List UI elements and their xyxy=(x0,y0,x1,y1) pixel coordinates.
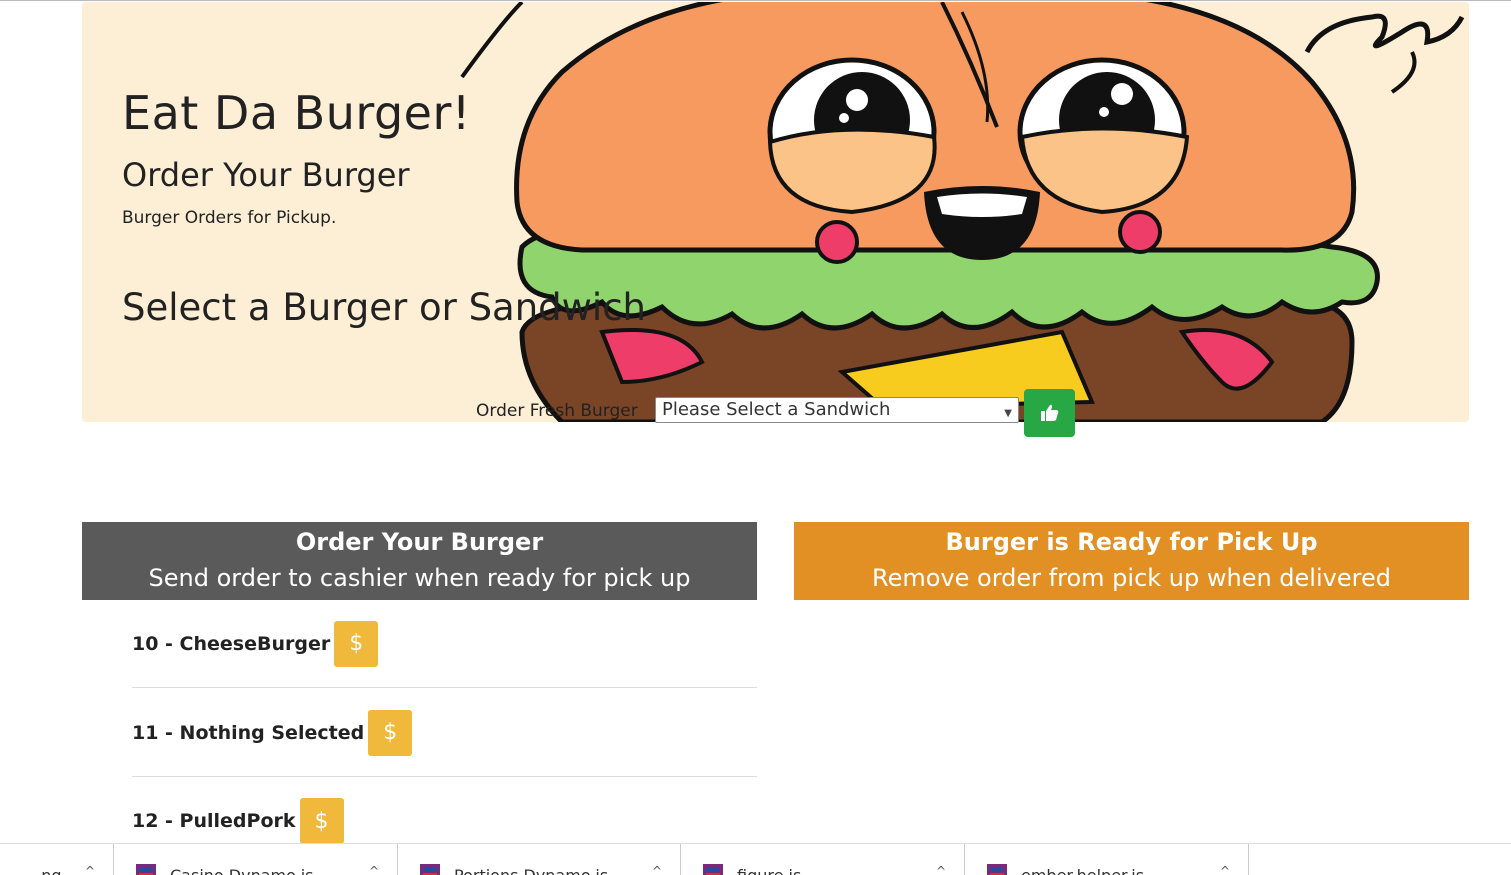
order-panel-subtitle: Send order to cashier when ready for pic… xyxy=(148,564,691,592)
submit-order-button[interactable] xyxy=(1024,389,1075,437)
chevron-up-icon[interactable]: ^ xyxy=(369,864,379,875)
download-bar: ...ng ^ Casino Dynamo.js ^ Portions Dyna… xyxy=(0,843,1511,875)
page-subtitle: Order Your Burger xyxy=(122,156,410,194)
chevron-up-icon[interactable]: ^ xyxy=(936,864,946,875)
download-item[interactable]: figure.js ^ xyxy=(681,844,965,875)
jumbotron: Eat Da Burger! Order Your Burger Burger … xyxy=(82,2,1469,422)
download-item[interactable]: Casino Dynamo.js ^ xyxy=(114,844,398,875)
pickup-panel-subtitle: Remove order from pick up when delivered xyxy=(872,564,1391,592)
top-border xyxy=(0,0,1511,1)
chevron-up-icon[interactable]: ^ xyxy=(1220,864,1230,875)
pickup-panel-header: Burger is Ready for Pick Up Remove order… xyxy=(794,522,1469,600)
send-to-cashier-button[interactable]: $ xyxy=(368,709,413,756)
download-item[interactable]: Portions Dynamo.js ^ xyxy=(398,844,681,875)
order-panel-title: Order Your Burger xyxy=(295,528,544,556)
order-label: 12 - PulledPork xyxy=(132,810,296,832)
file-icon xyxy=(136,864,156,875)
order-panel-header: Order Your Burger Send order to cashier … xyxy=(82,522,757,600)
chevron-up-icon[interactable]: ^ xyxy=(652,864,662,875)
thumbs-up-icon xyxy=(1040,404,1058,421)
chevron-down-icon: ▼ xyxy=(1004,408,1012,419)
order-label: 10 - CheeseBurger xyxy=(132,632,331,655)
file-icon xyxy=(420,864,440,875)
chevron-up-icon[interactable]: ^ xyxy=(85,864,95,875)
download-item[interactable]: ...ng ^ xyxy=(0,844,114,875)
send-to-cashier-button[interactable]: $ xyxy=(299,798,344,844)
list-item: 11 - Nothing Selected $ xyxy=(132,689,757,777)
list-item: 10 - CheeseBurger $ xyxy=(132,600,757,688)
order-label: 11 - Nothing Selected xyxy=(132,721,365,744)
page-title: Eat Da Burger! xyxy=(122,86,471,140)
file-icon xyxy=(987,864,1007,875)
send-to-cashier-button[interactable]: $ xyxy=(334,620,379,667)
sandwich-select[interactable]: Please Select a Sandwich ▼ xyxy=(655,397,1019,423)
file-icon xyxy=(703,864,723,875)
page-lead: Burger Orders for Pickup. xyxy=(122,208,337,228)
download-item[interactable]: ember.helper.js ^ xyxy=(965,844,1249,875)
sandwich-select-value: Please Select a Sandwich xyxy=(662,399,891,420)
order-select-label: Order Fresh Burger xyxy=(476,401,638,421)
pickup-panel-title: Burger is Ready for Pick Up xyxy=(945,528,1318,556)
select-heading: Select a Burger or Sandwich xyxy=(122,286,646,329)
